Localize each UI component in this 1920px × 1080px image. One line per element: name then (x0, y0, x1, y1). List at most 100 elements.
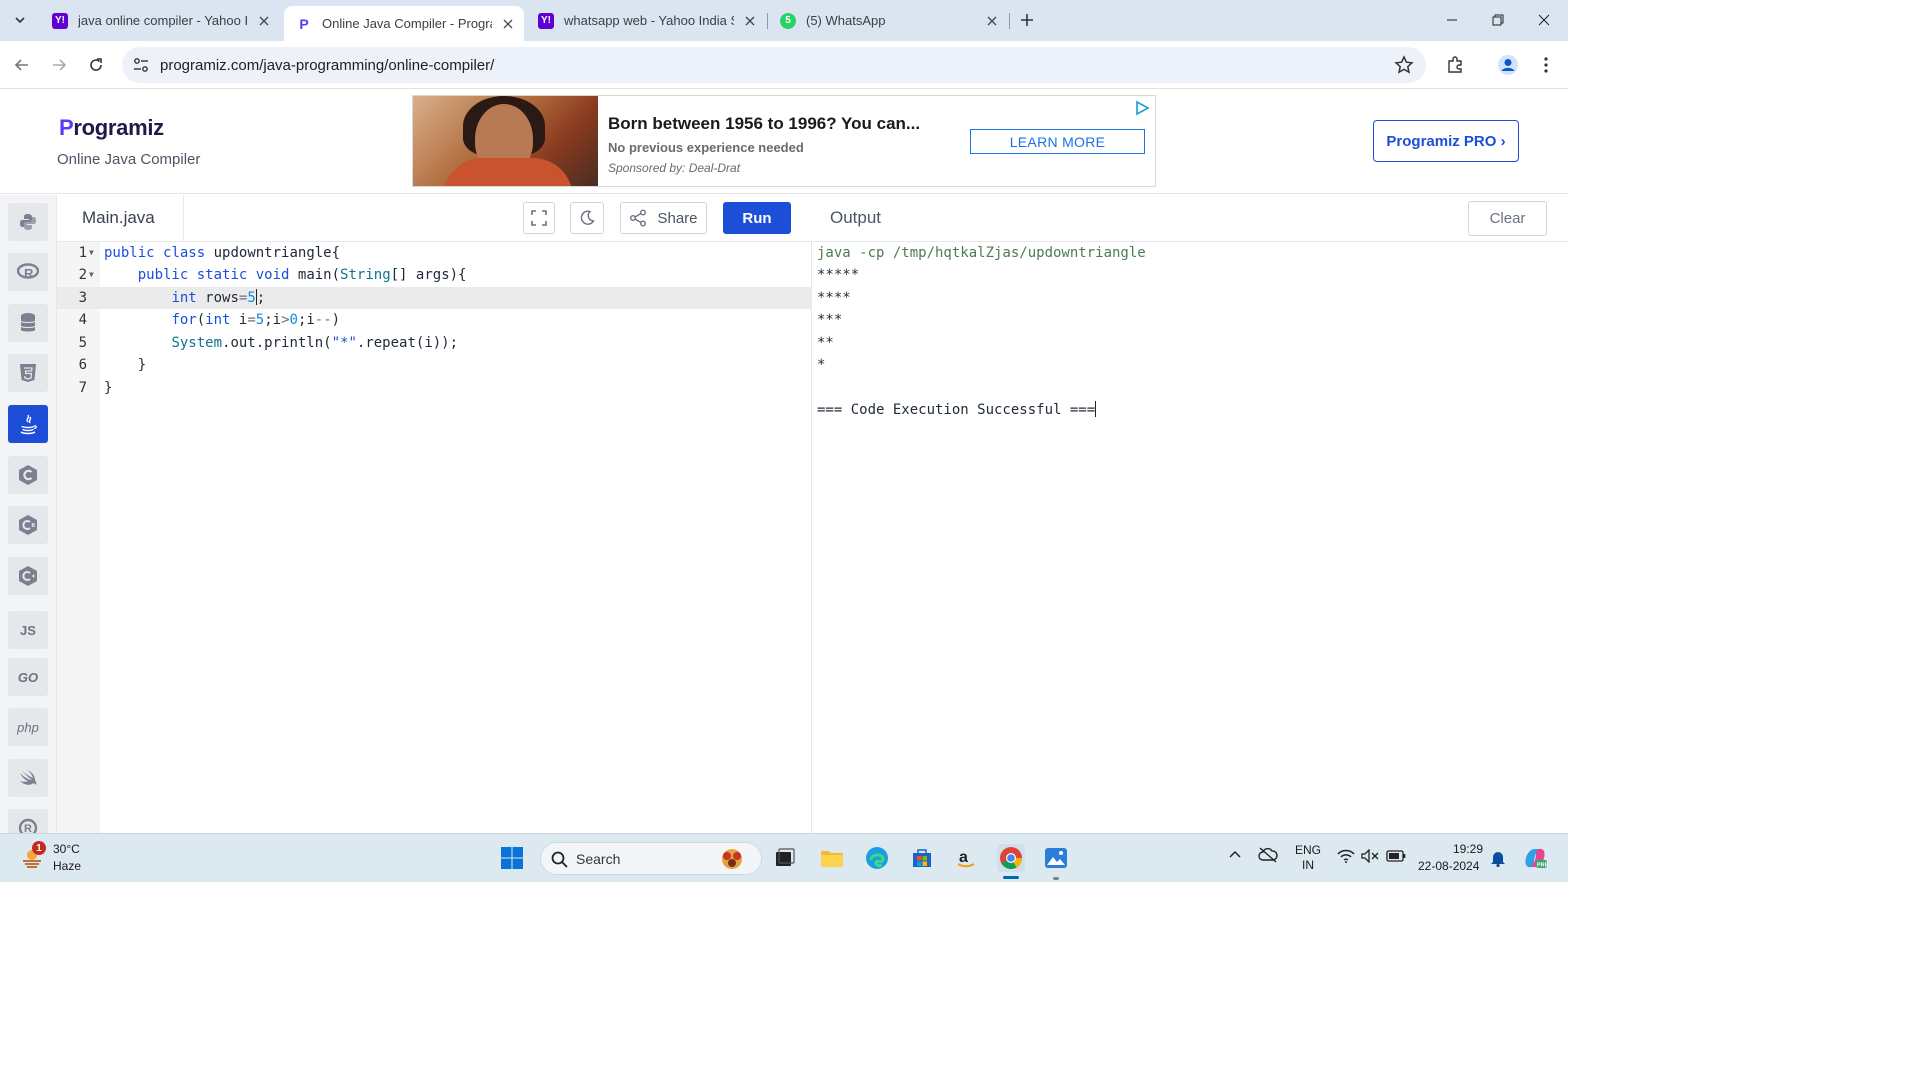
language-indicator[interactable]: ENG IN (1295, 843, 1321, 873)
copilot-button[interactable]: PRE (1522, 845, 1549, 874)
forward-button[interactable] (45, 51, 73, 79)
csharp-icon[interactable] (8, 506, 48, 544)
show-hidden-icons-button[interactable] (1228, 848, 1242, 865)
close-tab-icon[interactable] (742, 13, 758, 29)
browser-tab-yahoo-java[interactable]: Y! java online compiler - Yahoo India Se… (40, 6, 280, 35)
share-button[interactable]: Share (620, 202, 707, 234)
line-number: 3 (78, 290, 87, 306)
code-text[interactable]: public class updowntriangle{ (104, 242, 340, 264)
copilot-icon: PRE (1525, 848, 1549, 869)
code-line[interactable]: 1 ▼ public class updowntriangle{ (57, 242, 812, 264)
fold-arrow-icon[interactable]: ▼ (89, 264, 94, 286)
address-bar[interactable]: programiz.com/java-programming/online-co… (122, 47, 1426, 83)
php-icon[interactable]: php (8, 708, 48, 746)
taskbar-search-box[interactable]: Search (540, 842, 762, 875)
html5-icon[interactable] (8, 354, 48, 392)
code-line-active[interactable]: 3 int rows=5; (57, 287, 812, 309)
cpp-icon[interactable] (8, 557, 48, 595)
tab-title: (5) WhatsApp (806, 13, 886, 28)
code-line[interactable]: 5 System.out.println("*".repeat(i)); (57, 332, 812, 354)
tab-search-button[interactable] (8, 8, 32, 32)
rust-icon[interactable]: R (8, 809, 48, 833)
ad-learn-more-button[interactable]: LEARN MORE (970, 129, 1145, 154)
code-text[interactable]: } (104, 377, 112, 399)
fullscreen-button[interactable] (523, 202, 555, 234)
clock-date[interactable]: 22-08-2024 (1418, 859, 1479, 873)
browser-menu-button[interactable] (1534, 53, 1558, 77)
clear-output-button[interactable]: Clear (1468, 201, 1547, 236)
expand-icon (531, 210, 547, 226)
logo-letter-p: P (59, 115, 74, 140)
close-tab-icon[interactable] (256, 13, 272, 29)
java-icon[interactable] (8, 405, 48, 443)
code-editor[interactable]: 1 ▼ public class updowntriangle{ 2 ▼ pub… (57, 242, 812, 833)
tab-title: java online compiler - Yahoo India Searc… (78, 13, 248, 28)
ad-description: No previous experience needed (608, 140, 804, 155)
chrome-button[interactable] (997, 844, 1025, 872)
microsoft-store-button[interactable] (908, 844, 936, 872)
clock-time[interactable]: 19:29 (1453, 842, 1483, 856)
profile-button[interactable] (1496, 53, 1520, 77)
code-text[interactable]: for(int i=5;i>0;i--) (104, 309, 340, 331)
r-language-icon[interactable]: R (8, 253, 48, 291)
dark-mode-toggle[interactable] (570, 202, 604, 234)
code-line[interactable]: 2 ▼ public static void main(String[] arg… (57, 264, 812, 286)
back-button[interactable] (8, 51, 36, 79)
close-tab-icon[interactable] (984, 13, 1000, 29)
edge-button[interactable] (863, 844, 891, 872)
run-button[interactable]: Run (723, 202, 791, 234)
sql-database-icon[interactable] (8, 304, 48, 342)
whatsapp-icon: 5 (780, 12, 796, 29)
code-text[interactable]: } (104, 354, 146, 376)
ad-choices-icon[interactable] (1134, 100, 1150, 116)
javascript-icon[interactable]: JS (8, 611, 48, 649)
ad-image[interactable] (413, 96, 598, 186)
advertisement-banner[interactable]: Born between 1956 to 1996? You can... No… (412, 95, 1156, 187)
c-language-icon[interactable] (8, 456, 48, 494)
new-tab-button[interactable] (1016, 9, 1038, 31)
ad-title[interactable]: Born between 1956 to 1996? You can... (608, 114, 920, 134)
code-text[interactable]: int rows=5; (104, 287, 265, 309)
onedrive-button[interactable] (1258, 847, 1278, 866)
minimize-button[interactable] (1429, 0, 1475, 40)
output-console[interactable]: java -cp /tmp/hqtkalZjas/updowntriangle … (813, 242, 1568, 833)
code-text[interactable]: System.out.println("*".repeat(i)); (104, 332, 458, 354)
code-line[interactable]: 4 for(int i=5;i>0;i--) (57, 309, 812, 331)
browser-tab-programiz[interactable]: P Online Java Compiler - Programiz (284, 6, 524, 41)
go-icon[interactable]: GO (8, 658, 48, 696)
browser-tab-whatsapp[interactable]: 5 (5) WhatsApp (768, 6, 1008, 35)
reload-button[interactable] (82, 51, 110, 79)
amazon-button[interactable]: a (952, 844, 980, 872)
file-explorer-button[interactable] (818, 844, 846, 872)
file-tab-main-java[interactable]: Main.java (57, 195, 184, 241)
programiz-pro-button[interactable]: Programiz PRO › (1373, 120, 1519, 162)
close-window-button[interactable] (1521, 0, 1567, 40)
wifi-button[interactable] (1337, 849, 1355, 866)
volume-button[interactable] (1361, 848, 1379, 866)
start-button[interactable] (498, 844, 526, 872)
programiz-logo[interactable]: Programiz (59, 115, 164, 141)
site-settings-icon[interactable] (132, 56, 150, 74)
region-code: IN (1302, 858, 1314, 872)
photos-button[interactable] (1042, 844, 1070, 872)
text-cursor (255, 289, 257, 305)
output-header: Output Clear (813, 195, 1568, 242)
battery-button[interactable] (1386, 850, 1406, 865)
task-view-button[interactable] (771, 844, 799, 872)
extensions-button[interactable] (1443, 53, 1467, 77)
bookmark-star-icon[interactable] (1394, 55, 1414, 75)
swift-icon[interactable] (8, 759, 48, 797)
notifications-button[interactable] (1490, 849, 1506, 870)
python-icon[interactable] (8, 203, 48, 241)
code-line[interactable]: 7 } (57, 377, 812, 399)
fold-arrow-icon[interactable]: ▼ (89, 242, 94, 264)
browser-tab-yahoo-whatsapp[interactable]: Y! whatsapp web - Yahoo India Search Res… (526, 6, 766, 35)
code-text[interactable]: public static void main(String[] args){ (104, 264, 467, 286)
code-line[interactable]: 6 } (57, 354, 812, 376)
weather-description[interactable]: Haze (53, 859, 81, 873)
restore-button[interactable] (1475, 0, 1521, 40)
weather-temperature[interactable]: 30°C (53, 842, 80, 856)
output-status-line: === Code Execution Successful === (817, 399, 1097, 421)
battery-icon (1386, 850, 1406, 862)
close-tab-icon[interactable] (500, 16, 516, 32)
